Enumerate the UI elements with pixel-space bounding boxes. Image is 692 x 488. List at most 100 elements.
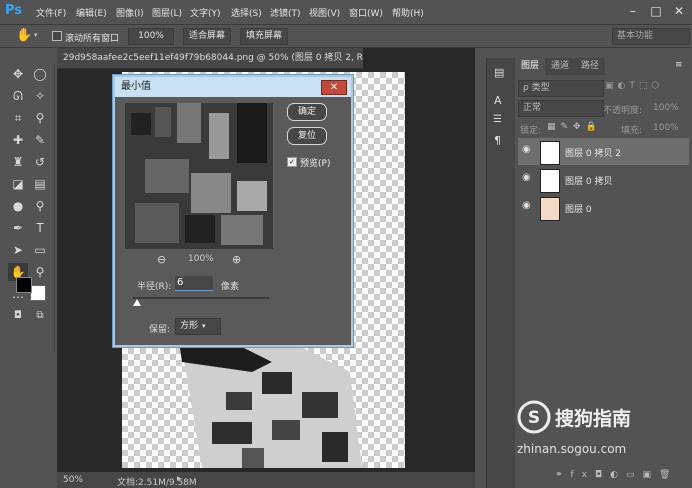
filter-icons[interactable]: ▣◐T⬚⬡ xyxy=(605,81,663,91)
menu-type[interactable]: 文字(Y) xyxy=(190,6,221,19)
foreground-color-swatch[interactable] xyxy=(16,277,32,293)
layer-row-copy[interactable]: ◉ 图层 0 拷贝 xyxy=(518,166,689,193)
chevron-down-icon: ▾ xyxy=(202,322,206,330)
preview-checkbox[interactable]: ✓ xyxy=(287,157,297,167)
status-arrow-icon[interactable]: ▸ xyxy=(177,474,182,484)
watermark: S 搜狗指南 zhinan.sogou.com xyxy=(515,398,685,464)
visibility-eye-icon[interactable]: ◉ xyxy=(522,172,531,183)
dialog-titlebar[interactable]: 最小值 xyxy=(115,77,351,97)
dress-figure xyxy=(178,332,362,468)
fit-screen-button[interactable]: 适合屏幕 xyxy=(183,28,231,45)
brush-tool-icon[interactable]: ✎ xyxy=(30,131,50,149)
watermark-logo: S xyxy=(517,400,551,434)
menu-layer[interactable]: 图层(L) xyxy=(152,6,182,19)
lock-icons[interactable]: ▦✎✥🔒 xyxy=(547,122,602,132)
layer-row-copy2[interactable]: ◉ 图层 0 拷贝 2 xyxy=(518,138,689,165)
options-bar: ✋ ▾ 滚动所有窗口 100% 适合屏幕 填充屏幕 基本功能 xyxy=(0,25,692,48)
preserve-label: 保留: xyxy=(149,325,171,335)
character-panel-icon[interactable]: A xyxy=(494,94,502,107)
visibility-eye-icon[interactable]: ◉ xyxy=(522,200,531,211)
filter-preview[interactable] xyxy=(125,103,273,249)
document-tab[interactable]: 29d958aafee2c5eef11ef49f79b68044.png @ 5… xyxy=(57,48,363,69)
layer-name: 图层 0 拷贝 2 xyxy=(565,149,622,159)
menu-window[interactable]: 窗口(W) xyxy=(349,6,383,19)
chevron-down-icon[interactable]: ▾ xyxy=(34,31,38,39)
menu-image[interactable]: 图像(I) xyxy=(116,6,144,19)
minimize-button[interactable]: – xyxy=(622,2,644,20)
panel-menu-icon[interactable]: ≡ xyxy=(675,60,683,70)
close-window-button[interactable]: ✕ xyxy=(668,2,690,20)
eyedropper-tool-icon[interactable]: ⚲ xyxy=(30,109,50,127)
paragraph-panel-icon[interactable]: ☰ xyxy=(493,114,502,125)
type-tool-icon[interactable]: T xyxy=(30,219,50,237)
marquee-tool-icon[interactable]: ◯ xyxy=(30,65,50,83)
lasso-tool-icon[interactable]: ᘏ xyxy=(8,87,28,105)
filter-kind-select[interactable]: ρ 类型 xyxy=(518,80,604,97)
opacity-value[interactable]: 100% xyxy=(653,103,679,113)
zoom-tool-icon[interactable]: ⚲ xyxy=(30,263,50,281)
tab-paths[interactable]: 路径 xyxy=(575,58,605,75)
tab-channels[interactable]: 通道 xyxy=(545,58,575,75)
blend-mode-select[interactable]: 正常 xyxy=(518,100,604,117)
layer-thumbnail xyxy=(540,141,560,165)
background-color-swatch[interactable] xyxy=(30,285,46,301)
zoom-in-icon[interactable]: ⊕ xyxy=(232,253,241,266)
screen-mode-icon[interactable]: ⧉ xyxy=(30,307,50,325)
photoshop-logo: Ps xyxy=(5,3,23,18)
radius-input[interactable]: 6 xyxy=(175,276,213,291)
blur-tool-icon[interactable]: ● xyxy=(8,197,28,215)
quick-mask-icon[interactable]: ◘ xyxy=(8,307,28,325)
fill-label: 填充: xyxy=(621,126,643,136)
menu-select[interactable]: 选择(S) xyxy=(231,6,262,19)
radius-slider-thumb[interactable] xyxy=(133,299,141,306)
preserve-select[interactable]: 方形 ▾ xyxy=(175,318,221,335)
healing-brush-tool-icon[interactable]: ✚ xyxy=(8,131,28,149)
eraser-tool-icon[interactable]: ◪ xyxy=(8,175,28,193)
workspace-select[interactable]: 基本功能 xyxy=(612,28,690,45)
layer-name: 图层 0 拷贝 xyxy=(565,177,613,187)
path-selection-tool-icon[interactable]: ➤ xyxy=(8,241,28,259)
preview-image xyxy=(125,103,273,249)
radius-unit: 像素 xyxy=(221,282,240,292)
scroll-all-label: 滚动所有窗口 xyxy=(65,34,120,44)
tab-layers[interactable]: 图层 xyxy=(515,58,545,75)
gradient-tool-icon[interactable]: ▤ xyxy=(30,175,50,193)
svg-text:S: S xyxy=(528,408,540,428)
reset-button[interactable]: 复位 xyxy=(287,127,327,145)
dialog-close-button[interactable]: ✕ xyxy=(321,80,347,95)
scroll-all-checkbox[interactable] xyxy=(52,31,62,41)
status-bar: 50% 文档:2.51M/9.58M ▸ xyxy=(57,472,475,488)
radius-slider-track[interactable] xyxy=(133,297,269,299)
menu-file[interactable]: 文件(F) xyxy=(36,6,66,19)
clone-stamp-tool-icon[interactable]: ♜ xyxy=(8,153,28,171)
maximize-button[interactable]: □ xyxy=(645,2,667,20)
visibility-eye-icon[interactable]: ◉ xyxy=(522,144,531,155)
pen-tool-icon[interactable]: ✒ xyxy=(8,219,28,237)
menu-view[interactable]: 视图(V) xyxy=(309,6,340,19)
paragraph-mark-icon[interactable]: ¶ xyxy=(494,134,501,147)
preserve-value: 方形 xyxy=(180,321,199,331)
magic-wand-tool-icon[interactable]: ✧ xyxy=(30,87,50,105)
opacity-label: 不透明度: xyxy=(603,106,643,116)
layer-thumbnail xyxy=(540,169,560,193)
dodge-tool-icon[interactable]: ⚲ xyxy=(30,197,50,215)
fill-value[interactable]: 100% xyxy=(653,123,679,133)
layer-row-base[interactable]: ◉ 图层 0 xyxy=(518,194,689,221)
history-brush-tool-icon[interactable]: ↺ xyxy=(30,153,50,171)
zoom-100-button[interactable]: 100% xyxy=(128,28,174,45)
rectangle-tool-icon[interactable]: ▭ xyxy=(30,241,50,259)
zoom-level[interactable]: 50% xyxy=(63,475,83,485)
hand-tool-icon[interactable]: ✋ xyxy=(16,28,32,43)
menu-edit[interactable]: 编辑(E) xyxy=(76,6,107,19)
move-tool-icon[interactable]: ✥ xyxy=(8,65,28,83)
menu-help[interactable]: 帮助(H) xyxy=(392,6,424,19)
menu-filter[interactable]: 滤镜(T) xyxy=(270,6,301,19)
crop-tool-icon[interactable]: ⌗ xyxy=(8,109,28,127)
toolbox: ✥ ◯ ᘏ ✧ ⌗ ⚲ ✚ ✎ ♜ ↺ ◪ ▤ ● ⚲ ✒ T ➤ ▭ ✋ ⚲ … xyxy=(4,63,55,353)
zoom-out-icon[interactable]: ⊖ xyxy=(157,253,166,266)
layer-footer-icons[interactable]: ⚭fx◘◐▭▣🗑 xyxy=(555,470,678,480)
ok-button[interactable]: 确定 xyxy=(287,103,327,121)
history-panel-icon[interactable]: ▤ xyxy=(494,66,504,79)
fill-screen-button[interactable]: 填充屏幕 xyxy=(240,28,288,45)
panel-dock-strip: ▤ A ☰ ¶ xyxy=(486,58,516,488)
